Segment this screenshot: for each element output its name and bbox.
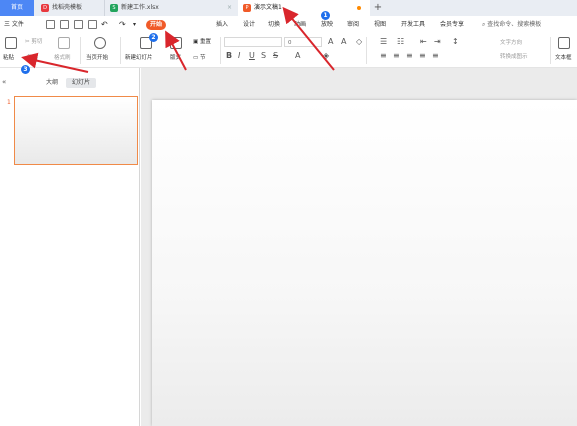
step-badge-3: 3	[21, 65, 30, 74]
step-badge-1: 1	[321, 11, 330, 20]
arrow-2	[165, 30, 187, 71]
arrow-3	[21, 52, 89, 73]
step-badge-2: 2	[149, 33, 158, 42]
annotation-overlay	[21, 6, 335, 73]
